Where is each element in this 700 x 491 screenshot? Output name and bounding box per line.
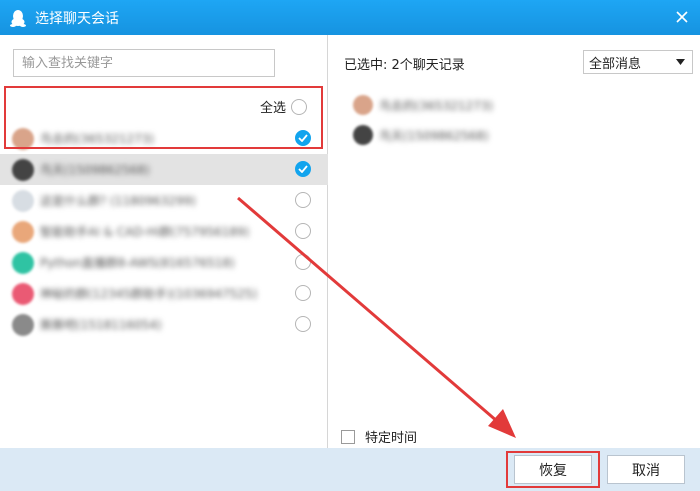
selected-pane: 已选中: 2个聊天记录 全部消息 鸟去的(365321273) 鸟天(150986… [329,35,700,448]
search-input[interactable] [13,49,275,77]
contact-name: 鸟去的(365321273) [40,132,155,146]
selected-list: 鸟去的(365321273) 鸟天(1509862568) [353,90,493,150]
avatar [12,282,34,305]
selected-item-name: 鸟天(1509862568) [379,128,489,143]
contact-name: 智能助手AI & CAD-Hi群(757956189) [40,225,250,239]
contact-name: 神秘的群(12345群助手)(1036947525) [40,287,258,301]
contact-select-radio[interactable] [295,223,311,239]
contact-select-radio[interactable] [295,192,311,208]
avatar [353,125,373,145]
specific-time-checkbox[interactable] [341,429,355,444]
contact-pane: 全选 鸟去的(365321273) 鸟天(1509862568) 这是什么群? (1… [0,35,328,448]
specific-time-label: 特定时间 [365,431,418,446]
close-button[interactable] [670,5,694,29]
contact-item[interactable]: 这是什么群? (1180963299) [0,185,328,216]
window-title: 选择聊天会话 [35,10,119,27]
caret-down-icon [676,59,685,65]
check-icon [298,165,308,173]
avatar [12,158,34,181]
selected-item: 鸟天(1509862568) [353,120,493,150]
contact-item[interactable]: 鸟天(1509862568) [0,154,328,185]
avatar [12,220,34,243]
avatar [12,251,34,274]
contact-item[interactable]: Python直播群8-AWS(816576518) [0,247,328,278]
select-all-toggle[interactable]: 全选 [260,97,308,116]
avatar [353,95,373,115]
contact-select-radio[interactable] [295,285,311,301]
contact-select-radio[interactable] [295,254,311,270]
contact-list: 鸟去的(365321273) 鸟天(1509862568) 这是什么群? (1180… [0,123,328,340]
message-filter-value: 全部消息 [589,56,642,72]
restore-button[interactable]: 恢复 [514,455,592,484]
cancel-button[interactable]: 取消 [607,455,685,484]
avatar [12,313,34,336]
avatar [12,189,34,212]
contact-item[interactable]: 智能助手AI & CAD-Hi群(757956189) [0,216,328,247]
select-all-radio[interactable] [291,98,308,115]
contact-select-radio[interactable] [295,130,311,146]
contact-item[interactable]: 神秘的群(12345群助手)(1036947525) [0,278,328,309]
contact-name: 这是什么群? (1180963299) [40,194,196,208]
selection-summary: 已选中: 2个聊天记录 [344,58,465,73]
contact-name: 撕撕吧(1518116054) [40,318,162,332]
contact-select-radio[interactable] [295,316,311,332]
close-icon [676,11,688,23]
contact-name: Python直播群8-AWS(816576518) [40,256,235,270]
avatar [12,127,34,150]
specific-time-toggle[interactable]: 特定时间 [341,427,417,446]
selected-item: 鸟去的(365321273) [353,90,493,120]
message-filter-dropdown[interactable]: 全部消息 [583,50,693,74]
title-bar: 选择聊天会话 [0,0,700,35]
contact-item[interactable]: 撕撕吧(1518116054) [0,309,328,340]
penguin-icon [9,9,27,27]
contact-item[interactable]: 鸟去的(365321273) [0,123,328,154]
selected-item-name: 鸟去的(365321273) [379,98,494,113]
contact-select-radio[interactable] [295,161,311,177]
check-icon [298,134,308,142]
select-all-label: 全选 [260,101,287,116]
contact-name: 鸟天(1509862568) [40,163,150,177]
footer-bar: 恢复 取消 [0,448,700,491]
